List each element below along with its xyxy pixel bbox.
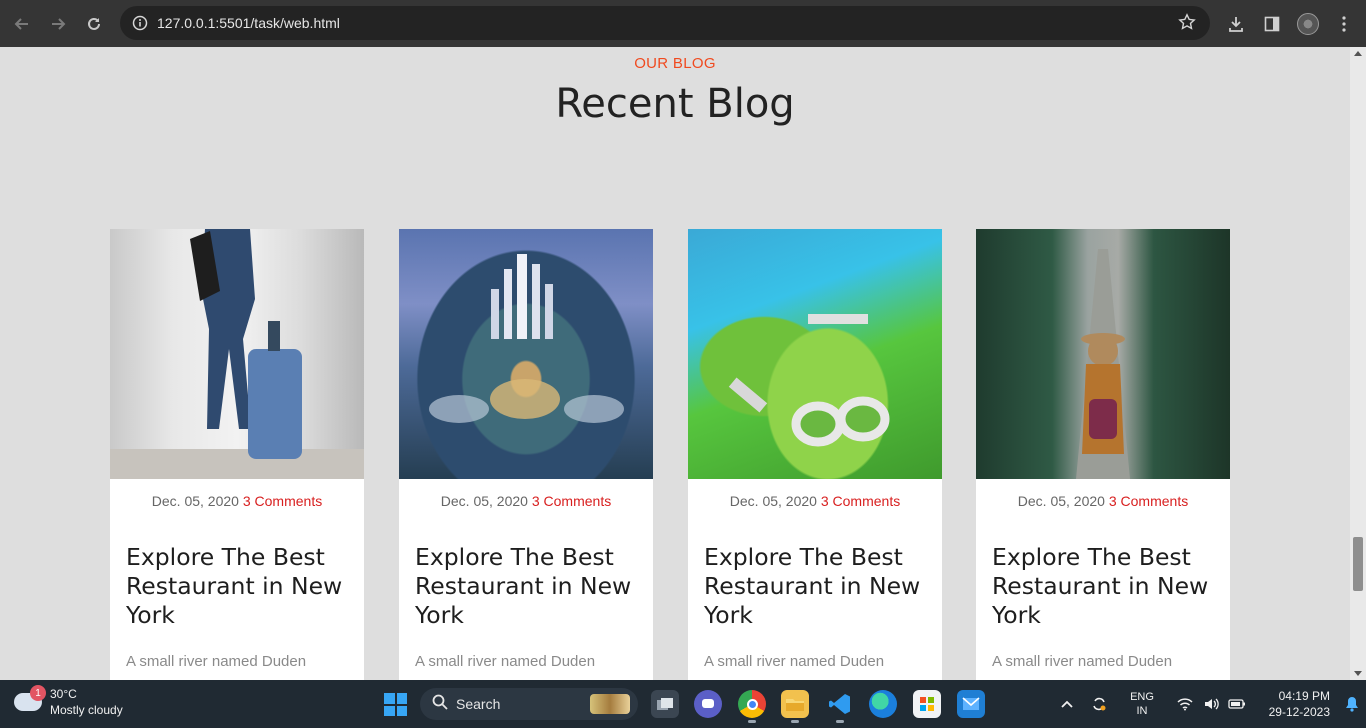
blog-card[interactable]: Dec. 05, 2020 3 Comments Explore The Bes…	[399, 229, 653, 680]
blog-card-excerpt: A small river named Duden	[704, 653, 885, 670]
scroll-down-arrow-icon[interactable]	[1354, 671, 1362, 676]
scrollbar-thumb[interactable]	[1353, 537, 1363, 591]
blog-card-meta: Dec. 05, 2020 3 Comments	[976, 493, 1230, 509]
chevron-up-icon[interactable]	[1054, 700, 1080, 708]
browser-toolbar: 127.0.0.1:5501/task/web.html	[0, 0, 1366, 47]
mail-icon[interactable]	[957, 690, 985, 718]
blog-card-excerpt: A small river named Duden	[415, 653, 596, 670]
site-info-icon[interactable]	[123, 15, 157, 31]
teams-chat-icon[interactable]	[694, 690, 722, 718]
section-eyebrow: OUR BLOG	[634, 55, 716, 72]
blog-card[interactable]: Dec. 05, 2020 3 Comments Explore The Bes…	[688, 229, 942, 680]
blog-card-title[interactable]: Explore The Best Restaurant in New York	[415, 543, 637, 630]
search-highlight-image	[590, 694, 630, 714]
weather-desc: Mostly cloudy	[50, 703, 123, 717]
address-bar[interactable]: 127.0.0.1:5501/task/web.html	[120, 6, 1210, 40]
address-url[interactable]: 127.0.0.1:5501/task/web.html	[157, 15, 340, 31]
search-icon	[432, 694, 448, 714]
blog-card-date: Dec. 05, 2020	[440, 493, 528, 509]
blog-card-title[interactable]: Explore The Best Restaurant in New York	[992, 543, 1214, 630]
search-label: Search	[456, 696, 501, 712]
blog-card-image[interactable]	[688, 229, 942, 479]
language-code: ENG	[1130, 691, 1154, 703]
system-tray: ENG IN 04:19 PM 29-12-2023	[1054, 680, 1366, 728]
back-icon[interactable]	[4, 6, 40, 42]
language-indicator[interactable]: ENG IN	[1122, 690, 1162, 718]
menu-kebab-icon[interactable]	[1326, 6, 1362, 42]
clock[interactable]: 04:19 PM 29-12-2023	[1250, 688, 1330, 720]
profile-avatar[interactable]	[1290, 6, 1326, 42]
language-region: IN	[1136, 705, 1148, 717]
forward-icon[interactable]	[40, 6, 76, 42]
file-explorer-icon[interactable]	[781, 690, 809, 723]
page-viewport: OUR BLOG Recent Blog Dec. 05, 2020 3 Com…	[0, 47, 1350, 680]
section-heading: Recent Blog	[555, 81, 795, 127]
blog-card-meta: Dec. 05, 2020 3 Comments	[110, 493, 364, 509]
blog-card-date: Dec. 05, 2020	[151, 493, 239, 509]
task-view-icon[interactable]	[651, 690, 679, 718]
side-panel-icon[interactable]	[1254, 6, 1290, 42]
notification-bell-icon[interactable]	[1338, 696, 1366, 712]
blog-card-comments-link[interactable]: 3 Comments	[532, 493, 611, 509]
blog-card-meta: Dec. 05, 2020 3 Comments	[399, 493, 653, 509]
blog-card-excerpt: A small river named Duden	[992, 653, 1173, 670]
blog-card-date: Dec. 05, 2020	[1017, 493, 1105, 509]
bookmark-star-icon[interactable]	[1178, 13, 1196, 35]
blog-card-date: Dec. 05, 2020	[729, 493, 817, 509]
battery-icon[interactable]	[1224, 699, 1250, 709]
blog-card-comments-link[interactable]: 3 Comments	[821, 493, 900, 509]
volume-icon[interactable]	[1198, 697, 1224, 711]
clock-time: 04:19 PM	[1278, 689, 1330, 703]
download-icon[interactable]	[1218, 6, 1254, 42]
blog-card[interactable]: Dec. 05, 2020 3 Comments Explore The Bes…	[110, 229, 364, 680]
blog-card-comments-link[interactable]: 3 Comments	[243, 493, 322, 509]
weather-temp: 30°C	[50, 687, 77, 701]
microsoft-store-icon[interactable]	[913, 690, 941, 718]
vscode-icon[interactable]	[826, 690, 854, 723]
blog-card-image[interactable]	[399, 229, 653, 479]
taskbar: 1 30°C Mostly cloudy Search ENG IN 04:19…	[0, 680, 1366, 728]
clock-date: 29-12-2023	[1268, 705, 1330, 719]
blog-card-meta: Dec. 05, 2020 3 Comments	[688, 493, 942, 509]
blog-card-title[interactable]: Explore The Best Restaurant in New York	[126, 543, 348, 630]
blog-card-image[interactable]	[110, 229, 364, 479]
scroll-up-arrow-icon[interactable]	[1354, 51, 1362, 56]
taskbar-search[interactable]: Search	[420, 688, 638, 720]
edge-icon[interactable]	[869, 690, 897, 718]
blog-card-image[interactable]	[976, 229, 1230, 479]
cloud-icon: 1	[14, 685, 46, 711]
blog-card-excerpt: A small river named Duden	[126, 653, 307, 670]
page-scrollbar[interactable]	[1350, 47, 1366, 680]
wifi-icon[interactable]	[1172, 697, 1198, 711]
blog-card-comments-link[interactable]: 3 Comments	[1109, 493, 1188, 509]
chrome-icon[interactable]	[738, 690, 766, 723]
sync-icon[interactable]	[1086, 696, 1112, 712]
reload-icon[interactable]	[76, 6, 112, 42]
weather-badge: 1	[30, 685, 46, 701]
blog-card[interactable]: Dec. 05, 2020 3 Comments Explore The Bes…	[976, 229, 1230, 680]
blog-card-title[interactable]: Explore The Best Restaurant in New York	[704, 543, 926, 630]
weather-widget[interactable]: 1 30°C Mostly cloudy	[14, 685, 123, 718]
windows-start-icon[interactable]	[384, 693, 407, 716]
